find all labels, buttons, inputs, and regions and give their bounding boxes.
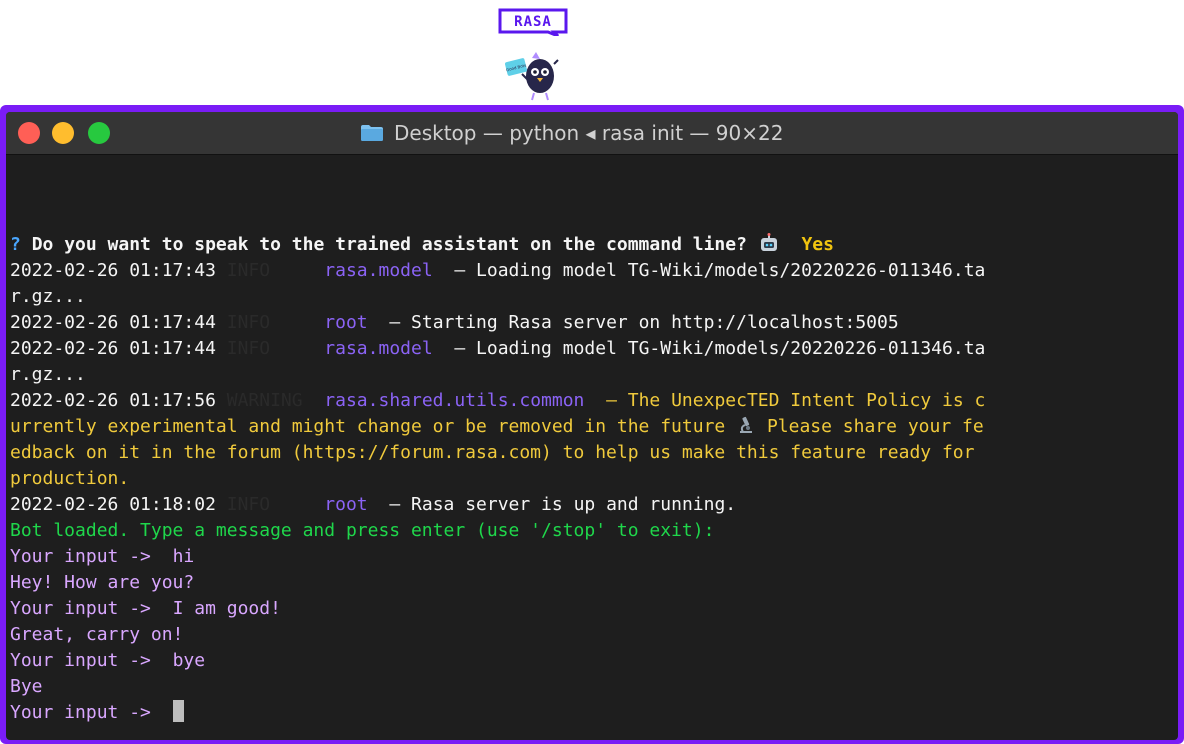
warning-continuation: production.	[10, 466, 129, 492]
bot-reply-line: Hey! How are you?	[10, 572, 195, 593]
user-message: hi	[172, 546, 195, 567]
warning-text: production.	[10, 468, 130, 489]
question-prefix: ?	[10, 234, 21, 255]
log-line-continuation: r.gz...	[10, 362, 86, 388]
log-line: 2022-02-26 01:17:44 INFO root – Starting…	[10, 310, 899, 336]
window-title: Desktop — python ◂ rasa init — 90×22	[360, 120, 783, 146]
input-prompt: Your input ->	[10, 546, 151, 567]
log-message: – The UnexpecTED Intent Policy is c	[606, 390, 986, 411]
log-level: WARNING	[226, 390, 303, 411]
bot-reply-line: Great, carry on!	[10, 624, 184, 645]
log-time: 2022-02-26 01:17:44	[10, 312, 216, 333]
log-time: 2022-02-26 01:17:44	[10, 338, 216, 359]
log-time: 2022-02-26 01:17:43	[10, 260, 216, 281]
bot-reply-line: Bye	[10, 676, 43, 697]
window-title-text: Desktop — python ◂ rasa init — 90×22	[394, 121, 784, 145]
folder-icon	[361, 125, 383, 141]
terminal-window: Desktop — python ◂ rasa init — 90×22 ? D…	[6, 112, 1178, 740]
question-text: Do you want to speak to the trained assi…	[31, 234, 747, 255]
warning-continuation: urrently experimental and might change o…	[10, 414, 984, 440]
log-message: – Loading model TG-Wiki/models/20220226-…	[454, 260, 986, 281]
log-time: 2022-02-26 01:17:56	[10, 390, 216, 411]
warning-text: Please share your fe	[766, 416, 984, 437]
svg-text:RASA: RASA	[514, 14, 552, 30]
user-input-line: Your input -> I am good!	[10, 596, 281, 622]
warning-continuation: edback on it in the forum (https://forum…	[10, 440, 975, 466]
log-module: root	[324, 312, 368, 333]
log-message: r.gz...	[10, 364, 86, 385]
log-message: – Starting Rasa server on http://localho…	[389, 312, 899, 333]
user-message: I am good!	[172, 598, 281, 619]
answer-text: Yes	[801, 234, 834, 255]
warning-text: edback on it in the forum (https://forum…	[10, 442, 975, 463]
rasa-mascot-icon: Good Bots	[505, 52, 559, 101]
input-prompt: Your input ->	[10, 650, 151, 671]
log-module: rasa.shared.utils.common	[324, 390, 585, 411]
warning-log-line: 2022-02-26 01:17:56 WARNING rasa.shared.…	[10, 388, 985, 414]
text-cursor	[172, 700, 184, 722]
warning-text: urrently experimental and might change o…	[10, 416, 726, 437]
log-line: 2022-02-26 01:18:02 INFO root – Rasa ser…	[10, 492, 736, 518]
microscope-emoji-icon	[740, 416, 753, 433]
log-level: INFO	[226, 494, 271, 515]
log-message: – Loading model TG-Wiki/models/20220226-…	[454, 338, 986, 359]
user-message: bye	[172, 650, 206, 671]
maximize-button[interactable]	[88, 122, 110, 144]
close-button[interactable]	[18, 122, 40, 144]
log-line-continuation: r.gz...	[10, 284, 86, 310]
log-module: rasa.model	[324, 338, 433, 359]
log-module: root	[324, 494, 368, 515]
minimize-button[interactable]	[52, 122, 74, 144]
title-bar[interactable]: Desktop — python ◂ rasa init — 90×22	[6, 112, 1178, 155]
rasa-wordmark-icon: RASA	[498, 8, 568, 36]
bot-loaded-line: Bot loaded. Type a message and press ent…	[10, 520, 715, 541]
log-message: r.gz...	[10, 286, 86, 307]
user-input-line: Your input -> hi	[10, 544, 194, 570]
log-level: INFO	[226, 260, 271, 281]
terminal-output[interactable]: ? Do you want to speak to the trained as…	[6, 154, 1178, 740]
log-level: INFO	[226, 338, 271, 359]
log-time: 2022-02-26 01:18:02	[10, 494, 216, 515]
log-line: 2022-02-26 01:17:43 INFO rasa.model – Lo…	[10, 258, 985, 284]
log-level: INFO	[226, 312, 271, 333]
active-input-line[interactable]: Your input ->	[10, 700, 184, 726]
user-input-line: Your input -> bye	[10, 648, 205, 674]
input-prompt: Your input ->	[10, 598, 151, 619]
log-module: rasa.model	[324, 260, 433, 281]
rasa-logo: RASA Good Bots	[494, 8, 578, 101]
log-line: 2022-02-26 01:17:44 INFO rasa.model – Lo…	[10, 336, 985, 362]
log-message: – Rasa server is up and running.	[389, 494, 737, 515]
prompt-question-line: ? Do you want to speak to the trained as…	[10, 232, 834, 258]
robot-emoji-icon	[760, 233, 777, 251]
input-prompt: Your input ->	[10, 702, 151, 723]
